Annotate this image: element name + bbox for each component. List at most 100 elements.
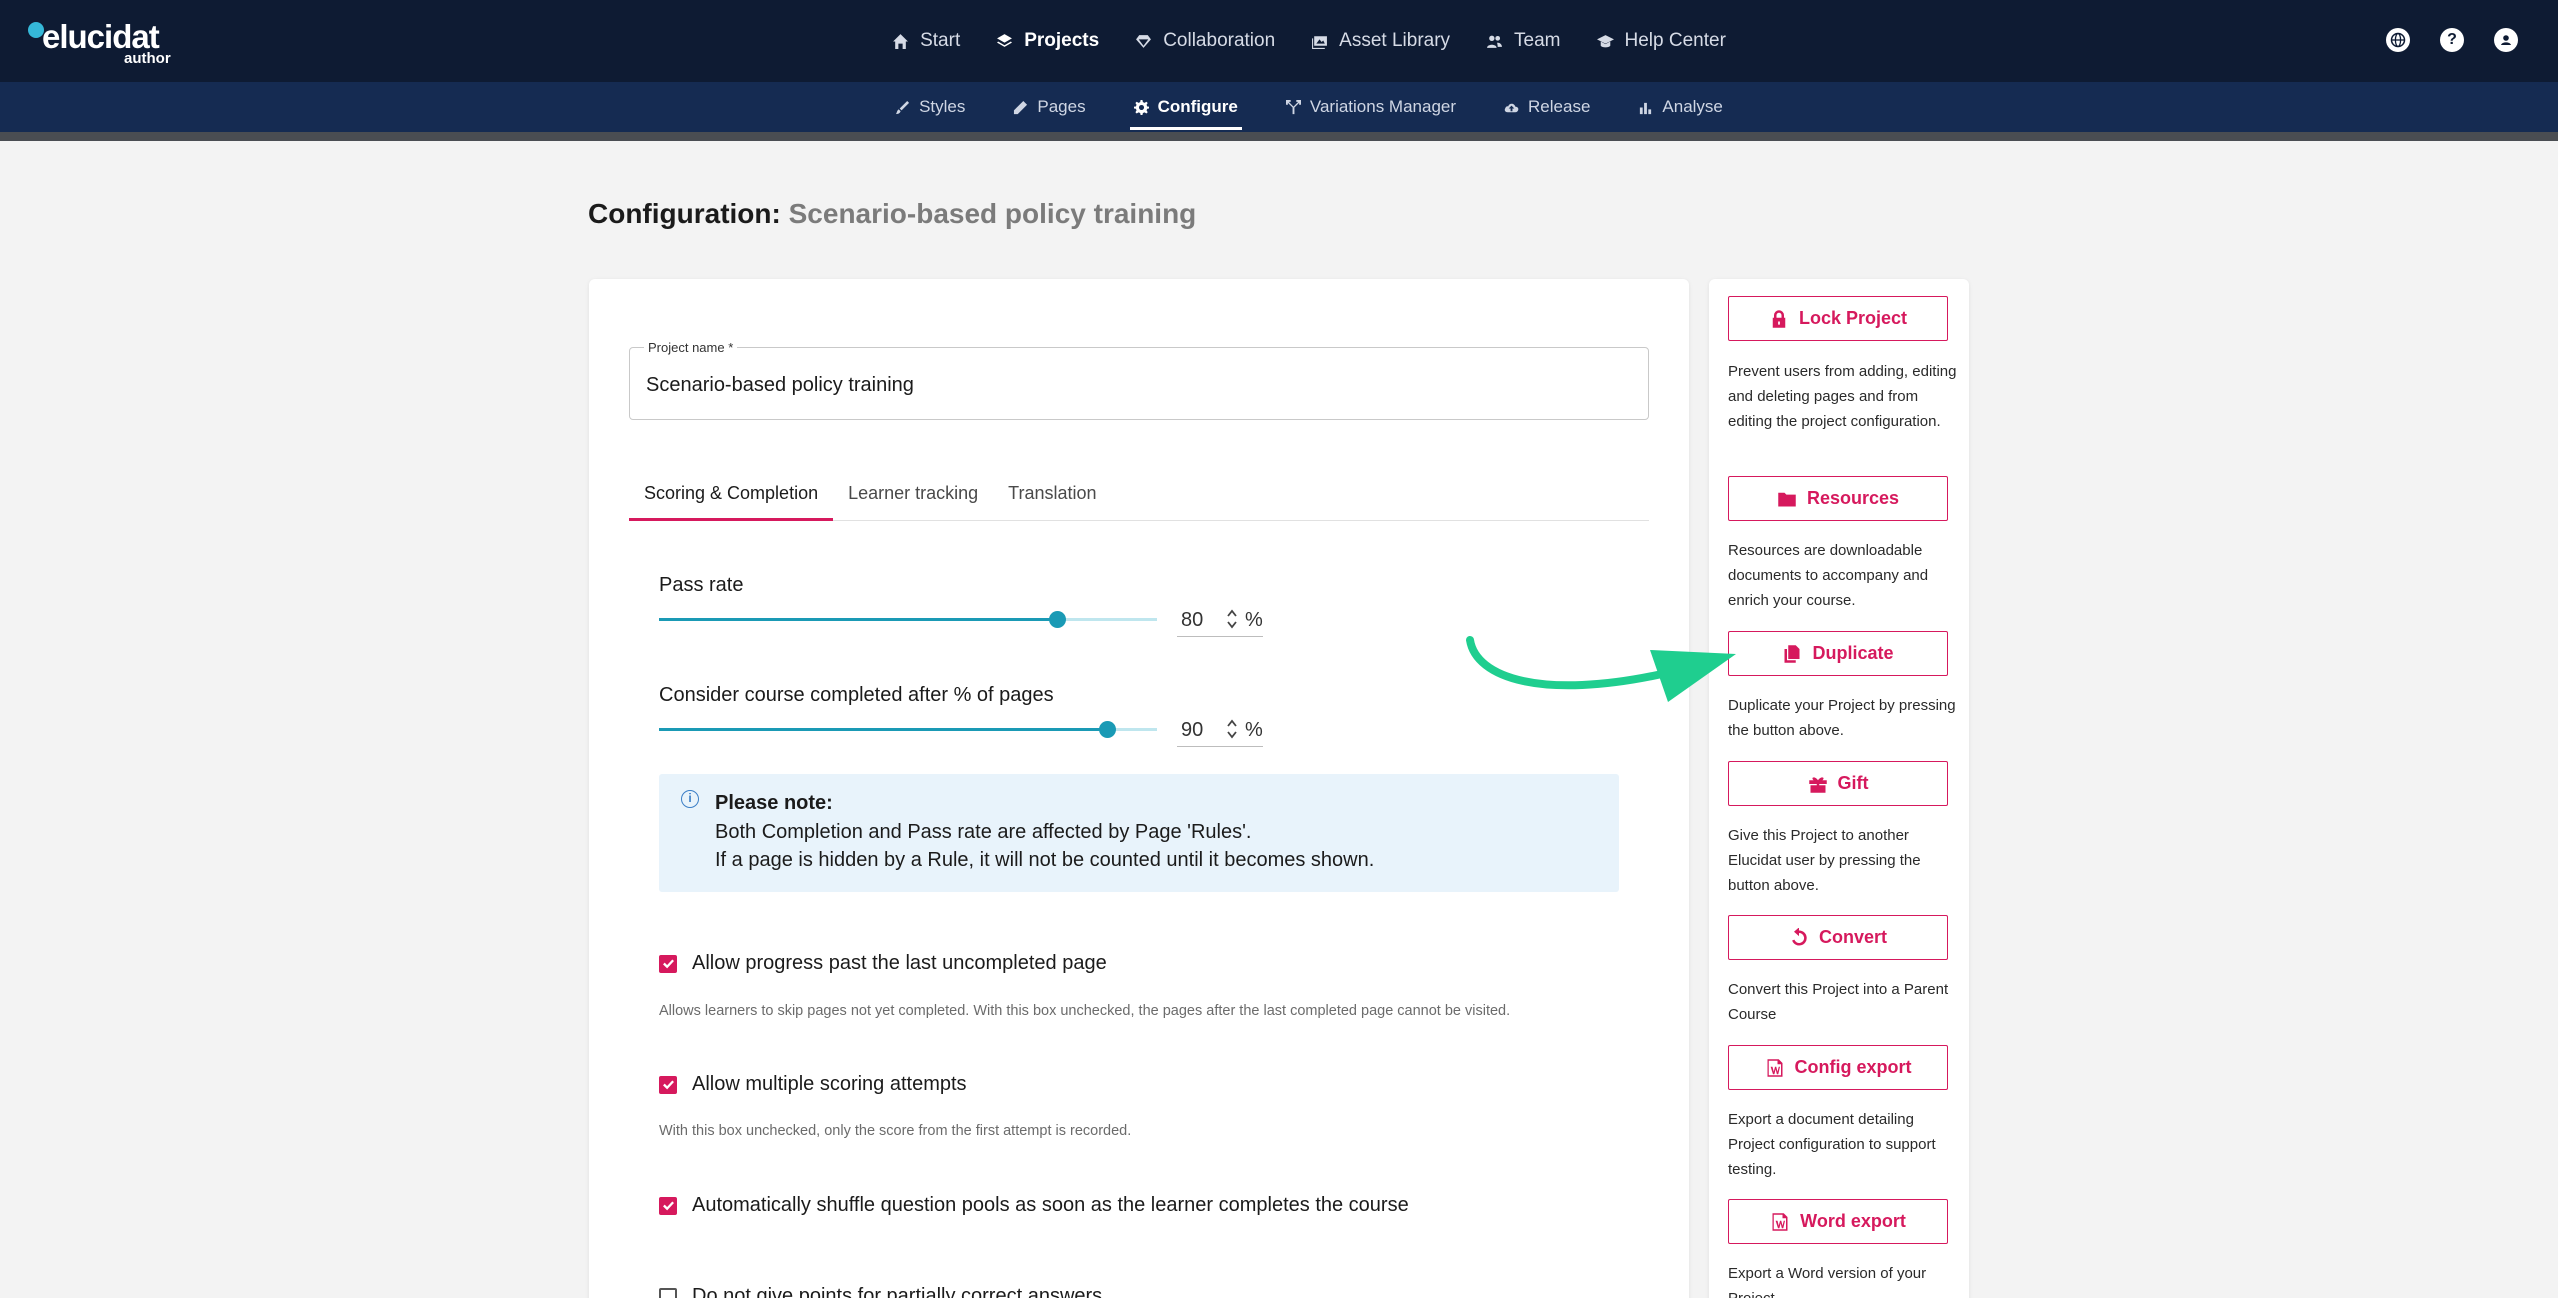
- branch-icon: [1285, 99, 1301, 114]
- resources-button[interactable]: Resources: [1728, 476, 1948, 521]
- main-nav: Start Projects Collaboration Asset Libra…: [0, 0, 2558, 82]
- pass-rate-unit: %: [1245, 609, 1263, 631]
- pass-rate-spinner-icon[interactable]: [1225, 605, 1239, 633]
- help-icon[interactable]: ?: [2440, 28, 2464, 52]
- completion-slider-thumb[interactable]: [1099, 721, 1117, 738]
- project-sub-navigation: Styles Pages Configure Variations Manage…: [0, 82, 2558, 132]
- completion-slider[interactable]: [659, 721, 1157, 738]
- pass-rate-number-field[interactable]: 80 %: [1177, 601, 1263, 637]
- project-name-input[interactable]: [646, 374, 1626, 397]
- info-icon: i: [681, 790, 699, 808]
- gift-button[interactable]: Gift: [1728, 761, 1948, 806]
- nav-collaboration-label: Collaboration: [1163, 30, 1276, 51]
- subnav-configure[interactable]: Configure: [1129, 82, 1243, 132]
- nav-team[interactable]: Team: [1486, 21, 1561, 61]
- subnav-analyse[interactable]: Analyse: [1634, 82, 1726, 132]
- page-title-prefix: Configuration:: [588, 198, 781, 229]
- completion-label: Consider course completed after % of pag…: [659, 684, 1054, 706]
- layers-icon: [997, 33, 1013, 47]
- duplicate-description: Duplicate your Project by pressing the b…: [1728, 697, 1956, 739]
- pass-rate-slider-fill: [659, 618, 1058, 621]
- subnav-pages[interactable]: Pages: [1009, 82, 1089, 132]
- nav-asset-library-label: Asset Library: [1339, 30, 1451, 51]
- option-partial-points: Do not give points for partially correct…: [659, 1285, 1102, 1298]
- project-name-label: Project name *: [644, 340, 738, 355]
- config-export-button[interactable]: Config export: [1728, 1045, 1948, 1090]
- subnav-analyse-label: Analyse: [1662, 97, 1723, 116]
- top-right-icons: ?: [2386, 28, 2518, 52]
- config-tabs: Scoring & Completion Learner tracking Tr…: [629, 476, 1649, 521]
- completion-value[interactable]: 90: [1181, 719, 1203, 742]
- allow-progress-label: Allow progress past the last uncompleted…: [692, 952, 1107, 974]
- resources-description: Resources are downloadable documents to …: [1728, 542, 1929, 609]
- lock-project-button[interactable]: Lock Project: [1728, 296, 1948, 341]
- shuffle-pools-label: Automatically shuffle question pools as …: [692, 1194, 1409, 1216]
- subnav-styles-label: Styles: [919, 97, 966, 116]
- page-title-project: Scenario-based policy training: [788, 198, 1197, 229]
- note-title: Please note:: [715, 792, 833, 814]
- option-multiple-attempts: Allow multiple scoring attempts: [659, 1073, 967, 1096]
- completion-number-field[interactable]: 90 %: [1177, 711, 1263, 747]
- partial-points-label: Do not give points for partially correct…: [692, 1285, 1103, 1298]
- partial-points-checkbox[interactable]: [659, 1287, 677, 1298]
- config-export-label: Config export: [1794, 1057, 1912, 1077]
- top-navigation-bar: elucidat author Start Projects Collabora…: [0, 0, 2558, 82]
- globe-icon[interactable]: [2386, 28, 2410, 52]
- subnav-release-label: Release: [1528, 97, 1591, 116]
- word-doc-icon: [1772, 1212, 1788, 1231]
- annotation-arrow-icon: [1466, 636, 1736, 702]
- nav-projects[interactable]: Projects: [996, 21, 1099, 61]
- shuffle-pools-checkbox[interactable]: [659, 1196, 677, 1215]
- note-line-1: Both Completion and Pass rate are affect…: [715, 821, 1252, 843]
- tab-learner-tracking[interactable]: Learner tracking: [833, 476, 993, 521]
- multiple-attempts-checkbox[interactable]: [659, 1075, 677, 1094]
- brush-icon: [896, 100, 910, 114]
- nav-start[interactable]: Start: [892, 21, 960, 61]
- nav-collaboration[interactable]: Collaboration: [1135, 21, 1275, 61]
- nav-start-label: Start: [920, 30, 961, 51]
- gift-label: Gift: [1837, 773, 1869, 793]
- graduation-cap-icon: [1596, 34, 1614, 47]
- pencil-icon: [1014, 100, 1028, 114]
- nav-projects-label: Projects: [1024, 30, 1100, 51]
- tab-translation[interactable]: Translation: [993, 476, 1111, 521]
- subnav-configure-label: Configure: [1157, 97, 1238, 116]
- pass-rate-slider[interactable]: [659, 611, 1157, 628]
- people-icon: [1487, 35, 1502, 48]
- info-note: i Please note: Both Completion and Pass …: [659, 774, 1619, 892]
- subnav-variations-manager[interactable]: Variations Manager: [1282, 82, 1460, 132]
- home-icon: [893, 33, 909, 49]
- pass-rate-label: Pass rate: [659, 574, 744, 596]
- duplicate-button[interactable]: Duplicate: [1728, 631, 1948, 676]
- nav-help-center[interactable]: Help Center: [1596, 21, 1726, 61]
- multiple-attempts-label: Allow multiple scoring attempts: [692, 1073, 967, 1095]
- resources-label: Resources: [1806, 488, 1900, 508]
- note-line-2: If a page is hidden by a Rule, it will n…: [715, 849, 1375, 871]
- subnav-variations-manager-label: Variations Manager: [1309, 97, 1457, 116]
- sub-nav: Styles Pages Configure Variations Manage…: [0, 82, 2558, 132]
- completion-unit: %: [1245, 719, 1263, 741]
- folder-icon: [1778, 492, 1796, 506]
- lock-icon: [1772, 309, 1786, 328]
- account-icon[interactable]: [2494, 28, 2518, 52]
- config-export-description: Export a document detailing Project conf…: [1728, 1111, 1936, 1178]
- cloud-upload-icon: [1504, 103, 1519, 112]
- pass-rate-value[interactable]: 80: [1181, 609, 1203, 632]
- completion-spinner-icon[interactable]: [1225, 715, 1239, 743]
- rotate-icon: [1792, 927, 1807, 945]
- project-actions-panel: Lock Project Prevent users from adding, …: [1709, 279, 1969, 1298]
- duplicate-label: Duplicate: [1812, 643, 1894, 663]
- completion-slider-fill: [659, 728, 1108, 731]
- allow-progress-description: Allows learners to skip pages not yet co…: [659, 1003, 1511, 1019]
- convert-button[interactable]: Convert: [1728, 915, 1948, 960]
- subnav-styles[interactable]: Styles: [891, 82, 969, 132]
- allow-progress-checkbox[interactable]: [659, 954, 677, 973]
- option-shuffle-pools: Automatically shuffle question pools as …: [659, 1194, 1409, 1217]
- nav-asset-library[interactable]: Asset Library: [1311, 21, 1450, 61]
- word-export-button[interactable]: Word export: [1728, 1199, 1948, 1244]
- word-export-label: Word export: [1800, 1211, 1906, 1231]
- pass-rate-slider-thumb[interactable]: [1049, 611, 1067, 628]
- tab-scoring-completion[interactable]: Scoring & Completion: [629, 476, 834, 521]
- subnav-pages-label: Pages: [1037, 97, 1086, 116]
- subnav-release[interactable]: Release: [1500, 82, 1594, 132]
